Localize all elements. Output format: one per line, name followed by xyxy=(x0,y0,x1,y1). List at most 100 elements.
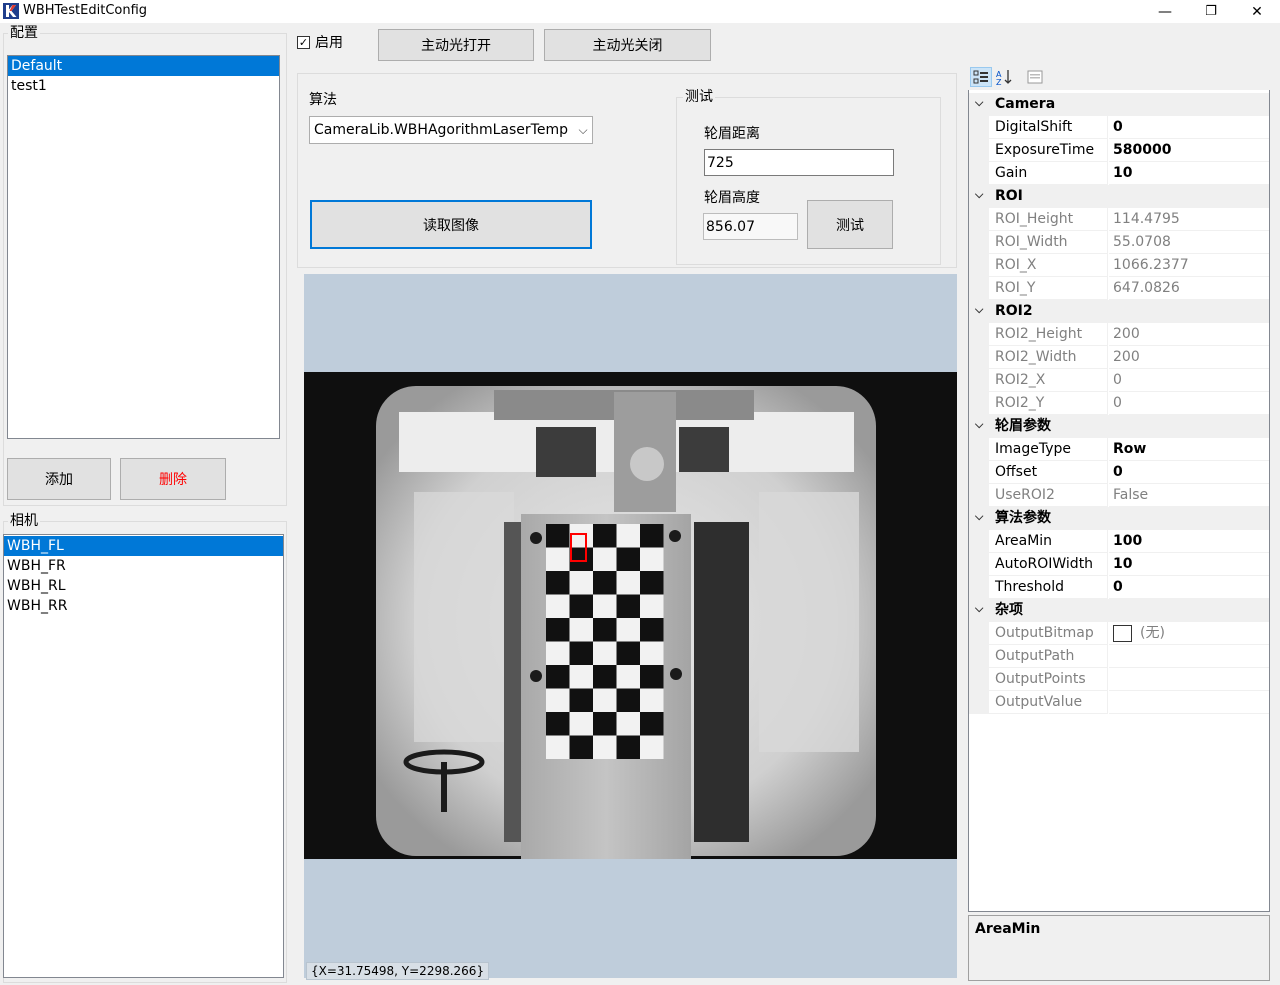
property-row[interactable]: ROI2_Y 0 xyxy=(969,392,1269,415)
checker-square xyxy=(616,571,640,595)
checker-square xyxy=(640,571,664,595)
distance-input[interactable] xyxy=(704,149,894,176)
property-gutter xyxy=(969,392,989,415)
collapse-icon[interactable]: ⌵ xyxy=(975,418,987,432)
property-row[interactable]: OutputValue xyxy=(969,691,1269,714)
checker-square xyxy=(640,547,664,571)
property-value[interactable]: 0 xyxy=(1109,116,1269,139)
algo-label: 算法 xyxy=(309,92,337,108)
property-row[interactable]: ROI2_X 0 xyxy=(969,369,1269,392)
property-name: Threshold xyxy=(989,576,1108,599)
enable-checkbox[interactable]: ✓ 启用 xyxy=(297,32,343,52)
collapse-icon[interactable]: ⌵ xyxy=(975,510,987,524)
property-category[interactable]: ⌵ 算法参数 xyxy=(969,507,1269,530)
distance-label: 轮眉距离 xyxy=(704,126,760,142)
property-value[interactable]: 10 xyxy=(1109,162,1269,185)
property-row[interactable]: Gain 10 xyxy=(969,162,1269,185)
property-value[interactable]: 0 xyxy=(1109,576,1269,599)
property-row[interactable]: DigitalShift 0 xyxy=(969,116,1269,139)
categorized-view-button[interactable] xyxy=(970,67,992,87)
enable-check-box[interactable]: ✓ xyxy=(297,35,310,49)
config-listbox[interactable]: Default test1 xyxy=(7,55,280,439)
property-grid[interactable]: ⌵ Camera DigitalShift 0 ExposureTime 580000 Ga… xyxy=(968,64,1270,912)
app-icon xyxy=(3,3,19,19)
checker-square xyxy=(569,618,593,642)
camera-list-item[interactable]: WBH_FL xyxy=(4,536,283,556)
property-row[interactable]: OutputBitmap (无) xyxy=(969,622,1269,645)
property-gutter xyxy=(969,162,989,185)
property-gutter xyxy=(969,277,989,300)
light-on-label: 主动光打开 xyxy=(421,38,491,54)
property-row[interactable]: Threshold 0 xyxy=(969,576,1269,599)
property-category[interactable]: ⌵ ROI2 xyxy=(969,300,1269,323)
algo-select[interactable]: CameraLib.WBHAgorithmLaserTemp ⌵ xyxy=(309,116,593,144)
light-off-button[interactable]: 主动光关闭 xyxy=(544,29,711,61)
property-row[interactable]: ROI_Width 55.0708 xyxy=(969,231,1269,254)
alphabetical-view-button[interactable]: A Z xyxy=(994,67,1016,87)
property-category[interactable]: ⌵ 轮眉参数 xyxy=(969,415,1269,438)
close-button[interactable]: ✕ xyxy=(1234,0,1280,23)
camera-list-item[interactable]: WBH_FR xyxy=(4,556,283,576)
checker-square xyxy=(569,571,593,595)
checker-square xyxy=(546,571,570,595)
property-row[interactable]: ROI2_Height 200 xyxy=(969,323,1269,346)
camera-list-item[interactable]: WBH_RL xyxy=(4,576,283,596)
checker-square xyxy=(616,688,640,712)
property-value[interactable]: 0 xyxy=(1109,461,1269,484)
checker-square xyxy=(569,641,593,665)
property-row[interactable]: ROI_X 1066.2377 xyxy=(969,254,1269,277)
property-gutter xyxy=(969,346,989,369)
property-category[interactable]: ⌵ Camera xyxy=(969,93,1269,116)
config-list-item[interactable]: Default xyxy=(8,56,279,76)
collapse-icon[interactable]: ⌵ xyxy=(975,303,987,317)
property-name: ROI_X xyxy=(989,254,1108,277)
property-gutter xyxy=(969,691,989,714)
checker-square xyxy=(593,665,617,689)
checker-square xyxy=(640,712,664,736)
property-row[interactable]: ImageType Row xyxy=(969,438,1269,461)
delete-button[interactable]: 删除 xyxy=(120,458,226,500)
property-value[interactable]: Row xyxy=(1109,438,1269,461)
collapse-icon[interactable]: ⌵ xyxy=(975,96,987,110)
description-title: AreaMin xyxy=(975,921,1041,937)
property-category[interactable]: ⌵ 杂项 xyxy=(969,599,1269,622)
property-row[interactable]: ExposureTime 580000 xyxy=(969,139,1269,162)
config-list-item[interactable]: test1 xyxy=(8,76,279,96)
property-row[interactable]: Offset 0 xyxy=(969,461,1269,484)
restore-button[interactable]: ❐ xyxy=(1188,0,1234,23)
image-viewer[interactable]: {X=31.75498, Y=2298.266} xyxy=(304,274,957,980)
property-category[interactable]: ⌵ ROI xyxy=(969,185,1269,208)
property-value[interactable]: 10 xyxy=(1109,553,1269,576)
property-row[interactable]: AutoROIWidth 10 xyxy=(969,553,1269,576)
property-gutter xyxy=(969,461,989,484)
property-value[interactable]: 100 xyxy=(1109,530,1269,553)
property-row[interactable]: AreaMin 100 xyxy=(969,530,1269,553)
read-image-button[interactable]: 读取图像 xyxy=(310,200,592,249)
property-value[interactable]: 580000 xyxy=(1109,139,1269,162)
collapse-icon[interactable]: ⌵ xyxy=(975,188,987,202)
property-pages-icon xyxy=(1027,70,1043,84)
collapse-icon[interactable]: ⌵ xyxy=(975,602,987,616)
camera-list-item[interactable]: WBH_RR xyxy=(4,596,283,616)
bitmap-swatch xyxy=(1113,624,1132,642)
property-row[interactable]: OutputPath xyxy=(969,645,1269,668)
checker-square xyxy=(569,524,593,548)
property-pages-button[interactable] xyxy=(1024,67,1046,87)
light-on-button[interactable]: 主动光打开 xyxy=(378,29,534,61)
camera-listbox[interactable]: WBH_FL WBH_FR WBH_RL WBH_RR xyxy=(3,534,284,978)
minimize-button[interactable]: — xyxy=(1142,0,1188,23)
checker-square xyxy=(616,712,640,736)
checker-square xyxy=(546,712,570,736)
property-row[interactable]: UseROI2 False xyxy=(969,484,1269,507)
property-row[interactable]: ROI_Height 114.4795 xyxy=(969,208,1269,231)
property-row[interactable]: ROI2_Width 200 xyxy=(969,346,1269,369)
test-button[interactable]: 测试 xyxy=(807,200,893,249)
property-gutter xyxy=(969,622,989,645)
property-row[interactable]: OutputPoints xyxy=(969,668,1269,691)
checker-square xyxy=(546,735,570,759)
config-group-label: 配置 xyxy=(8,25,40,41)
property-row[interactable]: ROI_Y 647.0826 xyxy=(969,277,1269,300)
add-button[interactable]: 添加 xyxy=(7,458,111,500)
height-input[interactable] xyxy=(703,213,798,240)
checker-square xyxy=(569,547,593,571)
